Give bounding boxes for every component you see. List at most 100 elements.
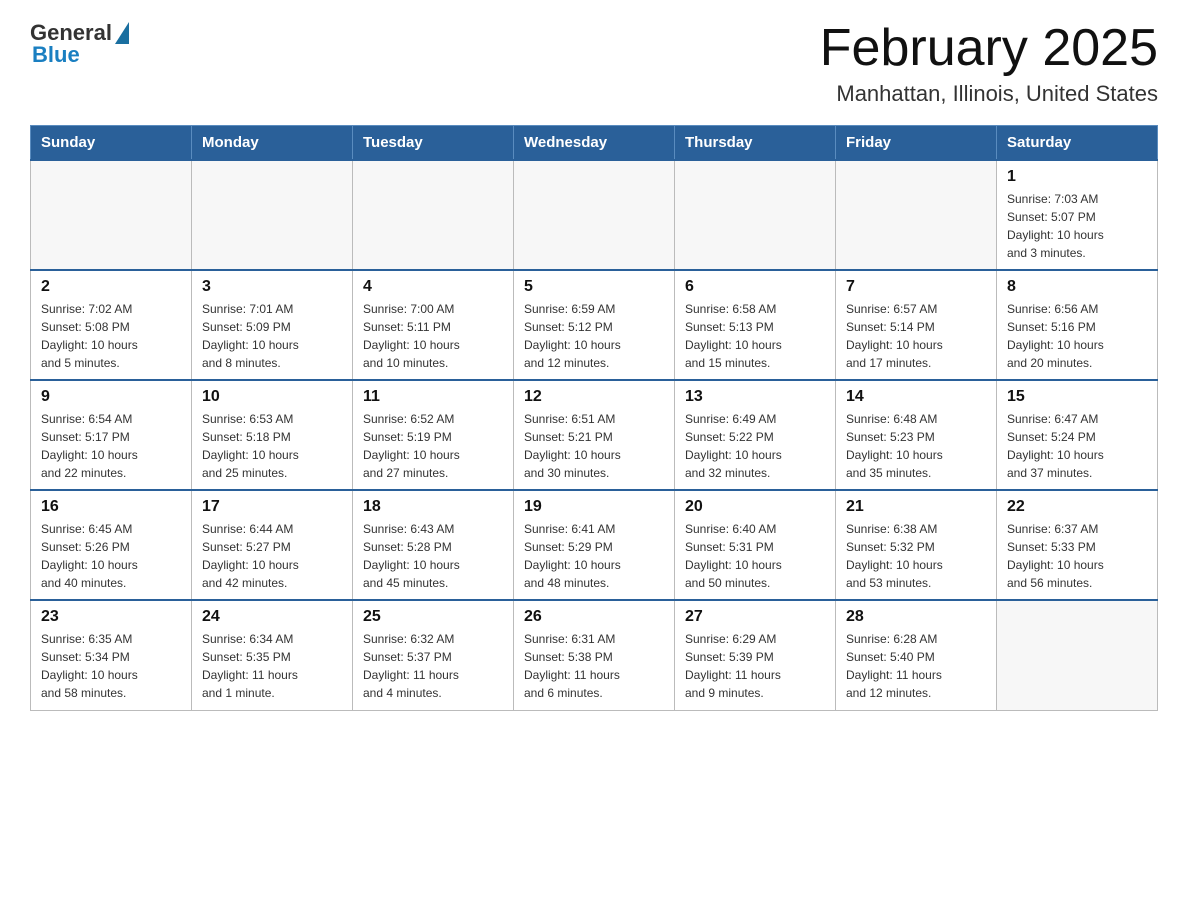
day-number: 1 <box>1007 168 1147 186</box>
day-number: 22 <box>1007 498 1147 516</box>
day-info: Sunrise: 7:00 AMSunset: 5:11 PMDaylight:… <box>363 300 503 372</box>
calendar-cell: 10 Sunrise: 6:53 AMSunset: 5:18 PMDayligh… <box>192 380 353 490</box>
weekday-header-monday: Monday <box>192 126 353 161</box>
day-info: Sunrise: 6:51 AMSunset: 5:21 PMDaylight:… <box>524 410 664 482</box>
day-info: Sunrise: 6:37 AMSunset: 5:33 PMDaylight:… <box>1007 520 1147 592</box>
day-info: Sunrise: 7:02 AMSunset: 5:08 PMDaylight:… <box>41 300 181 372</box>
day-info: Sunrise: 6:57 AMSunset: 5:14 PMDaylight:… <box>846 300 986 372</box>
day-number: 7 <box>846 278 986 296</box>
day-info: Sunrise: 6:44 AMSunset: 5:27 PMDaylight:… <box>202 520 342 592</box>
day-number: 18 <box>363 498 503 516</box>
day-number: 19 <box>524 498 664 516</box>
day-info: Sunrise: 6:53 AMSunset: 5:18 PMDaylight:… <box>202 410 342 482</box>
day-number: 21 <box>846 498 986 516</box>
logo-blue-text: Blue <box>32 42 80 68</box>
calendar-cell: 3 Sunrise: 7:01 AMSunset: 5:09 PMDaylight… <box>192 270 353 380</box>
day-number: 27 <box>685 608 825 626</box>
day-info: Sunrise: 6:47 AMSunset: 5:24 PMDaylight:… <box>1007 410 1147 482</box>
calendar-table: SundayMondayTuesdayWednesdayThursdayFrid… <box>30 125 1158 711</box>
weekday-header-sunday: Sunday <box>31 126 192 161</box>
calendar-cell: 25 Sunrise: 6:32 AMSunset: 5:37 PMDayligh… <box>353 600 514 710</box>
calendar-cell: 26 Sunrise: 6:31 AMSunset: 5:38 PMDayligh… <box>514 600 675 710</box>
title-block: February 2025 Manhattan, Illinois, Unite… <box>820 20 1158 107</box>
calendar-cell <box>31 160 192 270</box>
week-row-5: 23Sunrise: 6:35 AMSunset: 5:34 PMDayligh… <box>31 600 1158 710</box>
day-info: Sunrise: 6:40 AMSunset: 5:31 PMDaylight:… <box>685 520 825 592</box>
day-info: Sunrise: 6:29 AMSunset: 5:39 PMDaylight:… <box>685 630 825 702</box>
calendar-cell <box>353 160 514 270</box>
day-number: 11 <box>363 388 503 406</box>
day-number: 12 <box>524 388 664 406</box>
calendar-cell: 17 Sunrise: 6:44 AMSunset: 5:27 PMDayligh… <box>192 490 353 600</box>
calendar-cell: 18Sunrise: 6:43 AMSunset: 5:28 PMDayligh… <box>353 490 514 600</box>
calendar-cell <box>675 160 836 270</box>
logo-triangle-icon <box>115 22 129 44</box>
calendar-cell <box>836 160 997 270</box>
calendar-cell: 8 Sunrise: 6:56 AMSunset: 5:16 PMDaylight… <box>997 270 1158 380</box>
day-info: Sunrise: 6:54 AMSunset: 5:17 PMDaylight:… <box>41 410 181 482</box>
calendar-cell <box>997 600 1158 710</box>
calendar-cell: 16 Sunrise: 6:45 AMSunset: 5:26 PMDayligh… <box>31 490 192 600</box>
day-number: 6 <box>685 278 825 296</box>
day-info: Sunrise: 6:52 AMSunset: 5:19 PMDaylight:… <box>363 410 503 482</box>
day-info: Sunrise: 6:49 AMSunset: 5:22 PMDaylight:… <box>685 410 825 482</box>
calendar-cell: 27 Sunrise: 6:29 AMSunset: 5:39 PMDayligh… <box>675 600 836 710</box>
calendar-cell: 4 Sunrise: 7:00 AMSunset: 5:11 PMDaylight… <box>353 270 514 380</box>
day-number: 16 <box>41 498 181 516</box>
day-number: 17 <box>202 498 342 516</box>
day-info: Sunrise: 6:58 AMSunset: 5:13 PMDaylight:… <box>685 300 825 372</box>
calendar-cell <box>192 160 353 270</box>
day-number: 8 <box>1007 278 1147 296</box>
day-info: Sunrise: 6:56 AMSunset: 5:16 PMDaylight:… <box>1007 300 1147 372</box>
day-info: Sunrise: 6:34 AMSunset: 5:35 PMDaylight:… <box>202 630 342 702</box>
day-info: Sunrise: 7:03 AMSunset: 5:07 PMDaylight:… <box>1007 190 1147 262</box>
day-number: 10 <box>202 388 342 406</box>
week-row-1: 1 Sunrise: 7:03 AMSunset: 5:07 PMDaylight… <box>31 160 1158 270</box>
calendar-cell: 22 Sunrise: 6:37 AMSunset: 5:33 PMDayligh… <box>997 490 1158 600</box>
day-info: Sunrise: 6:59 AMSunset: 5:12 PMDaylight:… <box>524 300 664 372</box>
week-row-2: 2 Sunrise: 7:02 AMSunset: 5:08 PMDaylight… <box>31 270 1158 380</box>
weekday-header-row: SundayMondayTuesdayWednesdayThursdayFrid… <box>31 126 1158 161</box>
calendar-cell: 1 Sunrise: 7:03 AMSunset: 5:07 PMDaylight… <box>997 160 1158 270</box>
calendar-cell: 7 Sunrise: 6:57 AMSunset: 5:14 PMDaylight… <box>836 270 997 380</box>
calendar-cell: 11 Sunrise: 6:52 AMSunset: 5:19 PMDayligh… <box>353 380 514 490</box>
calendar-cell: 9Sunrise: 6:54 AMSunset: 5:17 PMDaylight… <box>31 380 192 490</box>
day-info: Sunrise: 6:31 AMSunset: 5:38 PMDaylight:… <box>524 630 664 702</box>
calendar-cell: 5 Sunrise: 6:59 AMSunset: 5:12 PMDaylight… <box>514 270 675 380</box>
day-number: 25 <box>363 608 503 626</box>
day-info: Sunrise: 6:41 AMSunset: 5:29 PMDaylight:… <box>524 520 664 592</box>
calendar-cell <box>514 160 675 270</box>
day-info: Sunrise: 6:35 AMSunset: 5:34 PMDaylight:… <box>41 630 181 702</box>
day-number: 13 <box>685 388 825 406</box>
calendar-cell: 24 Sunrise: 6:34 AMSunset: 5:35 PMDayligh… <box>192 600 353 710</box>
day-info: Sunrise: 6:28 AMSunset: 5:40 PMDaylight:… <box>846 630 986 702</box>
weekday-header-tuesday: Tuesday <box>353 126 514 161</box>
day-number: 15 <box>1007 388 1147 406</box>
calendar-cell: 6 Sunrise: 6:58 AMSunset: 5:13 PMDaylight… <box>675 270 836 380</box>
calendar-cell: 12 Sunrise: 6:51 AMSunset: 5:21 PMDayligh… <box>514 380 675 490</box>
calendar-cell: 19 Sunrise: 6:41 AMSunset: 5:29 PMDayligh… <box>514 490 675 600</box>
calendar-cell: 23Sunrise: 6:35 AMSunset: 5:34 PMDayligh… <box>31 600 192 710</box>
calendar-cell: 2 Sunrise: 7:02 AMSunset: 5:08 PMDaylight… <box>31 270 192 380</box>
day-info: Sunrise: 6:48 AMSunset: 5:23 PMDaylight:… <box>846 410 986 482</box>
weekday-header-wednesday: Wednesday <box>514 126 675 161</box>
day-number: 5 <box>524 278 664 296</box>
month-title: February 2025 <box>820 20 1158 77</box>
weekday-header-thursday: Thursday <box>675 126 836 161</box>
day-info: Sunrise: 6:32 AMSunset: 5:37 PMDaylight:… <box>363 630 503 702</box>
day-number: 24 <box>202 608 342 626</box>
week-row-4: 16 Sunrise: 6:45 AMSunset: 5:26 PMDayligh… <box>31 490 1158 600</box>
day-number: 2 <box>41 278 181 296</box>
weekday-header-friday: Friday <box>836 126 997 161</box>
calendar-cell: 15 Sunrise: 6:47 AMSunset: 5:24 PMDayligh… <box>997 380 1158 490</box>
calendar-cell: 28 Sunrise: 6:28 AMSunset: 5:40 PMDayligh… <box>836 600 997 710</box>
location-subtitle: Manhattan, Illinois, United States <box>820 81 1158 107</box>
day-number: 3 <box>202 278 342 296</box>
calendar-cell: 13 Sunrise: 6:49 AMSunset: 5:22 PMDayligh… <box>675 380 836 490</box>
calendar-cell: 14Sunrise: 6:48 AMSunset: 5:23 PMDayligh… <box>836 380 997 490</box>
day-number: 28 <box>846 608 986 626</box>
day-number: 4 <box>363 278 503 296</box>
day-info: Sunrise: 7:01 AMSunset: 5:09 PMDaylight:… <box>202 300 342 372</box>
day-number: 26 <box>524 608 664 626</box>
day-info: Sunrise: 6:45 AMSunset: 5:26 PMDaylight:… <box>41 520 181 592</box>
